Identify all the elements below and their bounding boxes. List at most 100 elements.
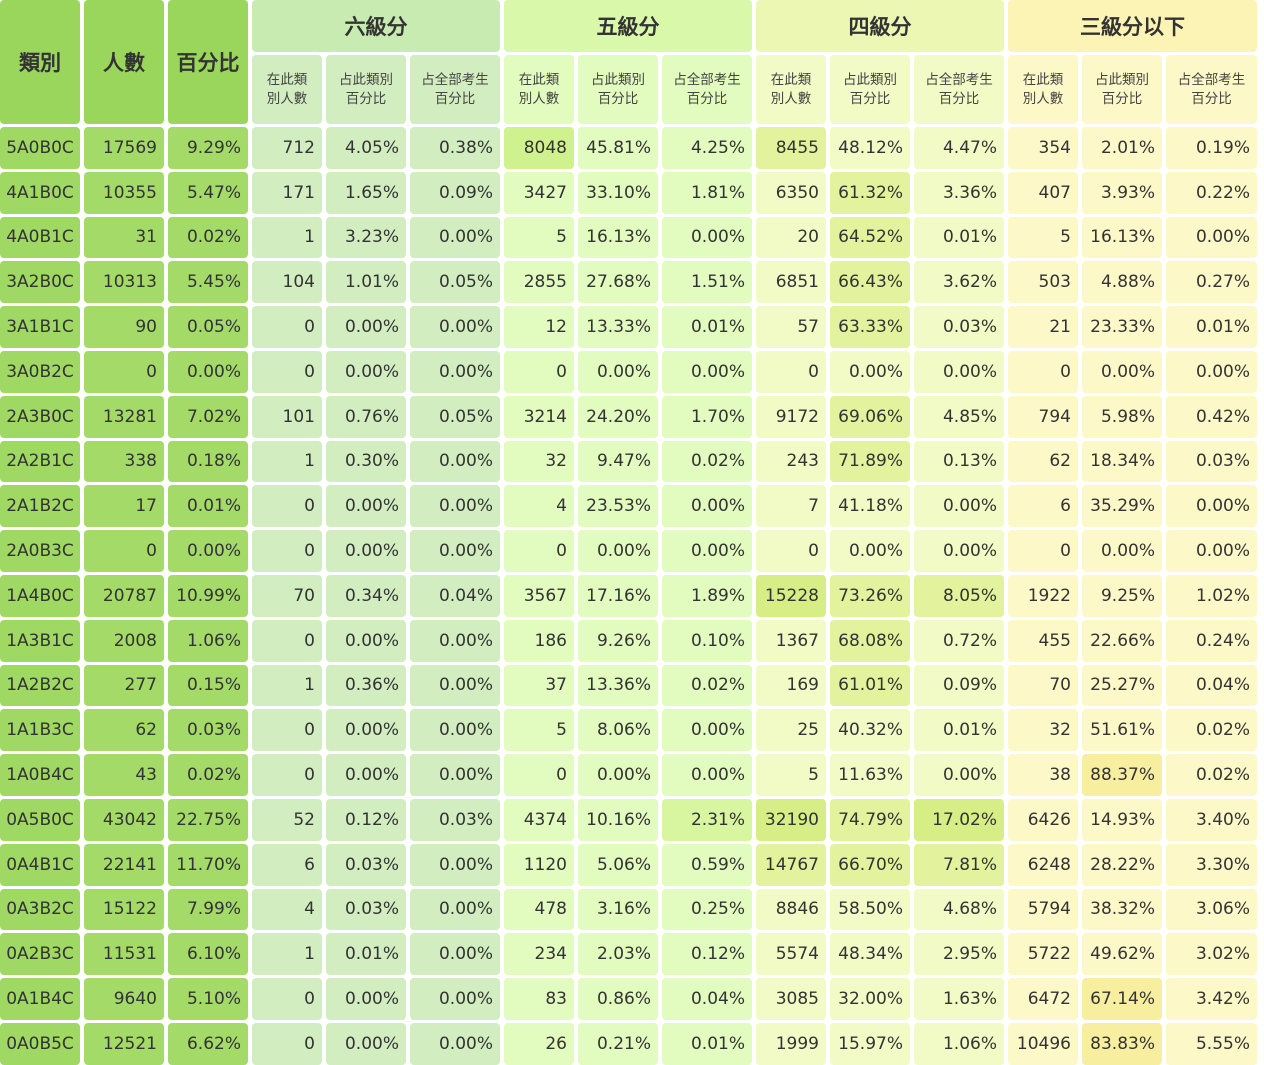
- cell-five-pct-of-all: 0.01%: [662, 1022, 752, 1065]
- cell-category: 5A0B0C: [0, 127, 80, 169]
- cell-count: 13281: [84, 395, 164, 438]
- cell-percent: 0.02%: [168, 216, 248, 259]
- cell-category: 1A1B3C: [0, 709, 80, 752]
- cell-six-pct-of-category: 0.12%: [326, 798, 406, 841]
- cell-six-count: 4: [252, 888, 322, 931]
- cell-four-pct-of-all: 2.95%: [914, 933, 1004, 976]
- cell-three-below-pct-of-all: 3.42%: [1166, 978, 1257, 1020]
- header-category: 類別: [0, 0, 80, 124]
- cell-four-pct-of-all: 17.02%: [914, 798, 1004, 841]
- cell-count: 0: [84, 350, 164, 393]
- cell-count: 43: [84, 754, 164, 796]
- cell-four-count: 169: [756, 664, 826, 707]
- cell-count: 62: [84, 709, 164, 752]
- cell-four-pct-of-category: 58.50%: [830, 888, 910, 931]
- cell-three-below-count: 6: [1008, 485, 1078, 528]
- cell-three-below-count: 5794: [1008, 888, 1078, 931]
- cell-six-pct-of-category: 0.34%: [326, 574, 406, 617]
- cell-three-below-pct-of-category: 5.98%: [1082, 395, 1162, 438]
- cell-six-pct-of-all: 0.00%: [410, 216, 500, 259]
- cell-three-below-pct-of-all: 0.00%: [1166, 216, 1257, 259]
- cell-category: 3A0B2C: [0, 350, 80, 393]
- cell-three-below-count: 6248: [1008, 843, 1078, 886]
- subheader-line: 別人數: [1022, 90, 1064, 107]
- subheader-line: 別人數: [518, 90, 560, 107]
- cell-five-pct-of-all: 1.89%: [662, 574, 752, 617]
- cell-category: 0A1B4C: [0, 978, 80, 1020]
- cell-four-count: 5574: [756, 933, 826, 976]
- cell-five-count: 12: [504, 306, 574, 348]
- cell-six-pct-of-all: 0.00%: [410, 888, 500, 931]
- cell-four-pct-of-all: 4.85%: [914, 395, 1004, 438]
- cell-five-pct-of-category: 17.16%: [578, 574, 658, 617]
- cell-three-below-pct-of-category: 22.66%: [1082, 619, 1162, 662]
- cell-four-pct-of-category: 0.00%: [830, 530, 910, 572]
- cell-four-pct-of-category: 74.79%: [830, 798, 910, 841]
- cell-category: 1A0B4C: [0, 754, 80, 796]
- cell-four-pct-of-category: 0.00%: [830, 350, 910, 393]
- cell-four-pct-of-category: 32.00%: [830, 978, 910, 1020]
- group-header-four: 四級分: [756, 0, 1004, 52]
- cell-five-count: 5: [504, 709, 574, 752]
- cell-three-below-count: 0: [1008, 350, 1078, 393]
- cell-three-below-count: 6426: [1008, 798, 1078, 841]
- cell-count: 11531: [84, 933, 164, 976]
- cell-five-count: 4: [504, 485, 574, 528]
- subheader-three-below-count: 在此類 別人數: [1008, 55, 1078, 124]
- subheader-line: 百分比: [1191, 90, 1232, 107]
- cell-count: 0: [84, 530, 164, 572]
- cell-five-count: 37: [504, 664, 574, 707]
- cell-three-below-pct-of-all: 0.02%: [1166, 709, 1257, 752]
- cell-four-pct-of-all: 0.01%: [914, 709, 1004, 752]
- cell-four-pct-of-all: 0.00%: [914, 530, 1004, 572]
- cell-four-pct-of-category: 66.70%: [830, 843, 910, 886]
- cell-percent: 0.01%: [168, 485, 248, 528]
- cell-five-count: 0: [504, 350, 574, 393]
- cell-six-count: 0: [252, 978, 322, 1020]
- cell-six-pct-of-category: 0.00%: [326, 350, 406, 393]
- cell-five-pct-of-all: 1.81%: [662, 171, 752, 214]
- cell-six-pct-of-all: 0.00%: [410, 933, 500, 976]
- cell-four-pct-of-all: 3.36%: [914, 171, 1004, 214]
- cell-percent: 10.99%: [168, 574, 248, 617]
- header-percent: 百分比: [168, 0, 248, 124]
- header-count: 人數: [84, 0, 164, 124]
- cell-four-pct-of-category: 48.12%: [830, 127, 910, 169]
- cell-three-below-pct-of-category: 23.33%: [1082, 306, 1162, 348]
- cell-four-count: 5: [756, 754, 826, 796]
- group-header-five: 五級分: [504, 0, 752, 52]
- cell-six-pct-of-category: 1.01%: [326, 261, 406, 304]
- cell-five-pct-of-category: 24.20%: [578, 395, 658, 438]
- cell-six-count: 0: [252, 530, 322, 572]
- cell-six-pct-of-all: 0.00%: [410, 485, 500, 528]
- cell-percent: 7.99%: [168, 888, 248, 931]
- cell-five-pct-of-category: 45.81%: [578, 127, 658, 169]
- cell-five-pct-of-category: 16.13%: [578, 216, 658, 259]
- cell-three-below-pct-of-category: 3.93%: [1082, 171, 1162, 214]
- cell-three-below-pct-of-all: 0.22%: [1166, 171, 1257, 214]
- cell-four-pct-of-all: 0.09%: [914, 664, 1004, 707]
- cell-four-pct-of-category: 63.33%: [830, 306, 910, 348]
- cell-three-below-pct-of-all: 0.27%: [1166, 261, 1257, 304]
- cell-five-count: 0: [504, 754, 574, 796]
- cell-percent: 9.29%: [168, 127, 248, 169]
- subheader-line: 百分比: [434, 90, 476, 107]
- cell-three-below-count: 10496: [1008, 1022, 1078, 1065]
- cell-six-pct-of-all: 0.00%: [410, 754, 500, 796]
- cell-four-pct-of-category: 66.43%: [830, 261, 910, 304]
- cell-six-count: 1: [252, 933, 322, 976]
- cell-five-pct-of-category: 0.21%: [578, 1022, 658, 1065]
- cell-three-below-pct-of-all: 1.02%: [1166, 574, 1257, 617]
- cell-six-pct-of-category: 0.00%: [326, 306, 406, 348]
- cell-five-count: 4374: [504, 798, 574, 841]
- subheader-line: 占全部考生: [1177, 71, 1246, 88]
- cell-percent: 0.00%: [168, 530, 248, 572]
- cell-five-pct-of-category: 13.36%: [578, 664, 658, 707]
- cell-percent: 0.05%: [168, 306, 248, 348]
- cell-three-below-count: 5722: [1008, 933, 1078, 976]
- cell-four-pct-of-all: 0.00%: [914, 485, 1004, 528]
- cell-five-count: 32: [504, 440, 574, 483]
- subheader-line: 在此類: [1022, 71, 1064, 88]
- cell-six-count: 70: [252, 574, 322, 617]
- cell-category: 2A1B2C: [0, 485, 80, 528]
